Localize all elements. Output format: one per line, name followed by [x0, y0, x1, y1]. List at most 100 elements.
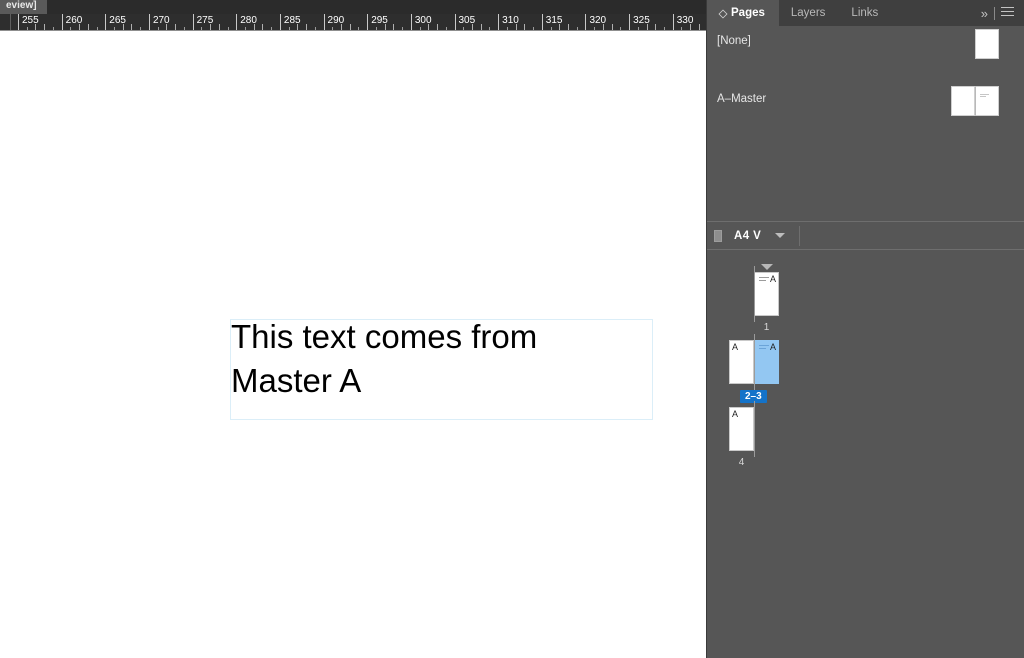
collapse-panel-icon[interactable]: » — [981, 7, 988, 20]
ruler-tick-major — [105, 14, 107, 30]
panel-tool-group: » — [981, 6, 1024, 20]
master-item-none-label: [None] — [717, 34, 751, 47]
ruler-tick-major — [585, 14, 587, 30]
document-tab[interactable]: eview] — [0, 0, 47, 14]
ruler-tick-major — [454, 14, 456, 30]
ruler-tick-minor — [131, 24, 133, 30]
ruler-tick-minor — [122, 24, 124, 30]
ruler-tick-minor — [428, 24, 430, 30]
tool-separator — [994, 6, 995, 20]
ruler-tick-minor — [175, 24, 177, 30]
page-text-mark — [759, 345, 770, 351]
master-item-a-master-label: A–Master — [717, 92, 767, 105]
master-a-left-page — [951, 86, 975, 116]
tab-links-label: Links — [851, 7, 879, 19]
tab-layers[interactable]: Layers — [779, 0, 840, 26]
ruler-tick-minor — [44, 24, 46, 30]
ruler-tick-minor — [480, 24, 482, 30]
page-thumbnail[interactable]: A — [729, 340, 754, 384]
ruler-tick-major — [629, 14, 631, 30]
ruler-tick-minor — [35, 24, 37, 30]
ruler-tick-major — [192, 14, 194, 30]
page-thumbnail[interactable]: A — [754, 272, 779, 316]
ruler-tick-minor — [218, 24, 220, 30]
page-size-bar[interactable]: A4 V — [707, 222, 1024, 250]
master-item-a-master[interactable]: A–Master — [707, 84, 1024, 116]
master-a-thumbnail[interactable] — [951, 86, 999, 116]
tab-pages[interactable]: Pages — [707, 0, 779, 26]
page-thumbnail[interactable]: A — [754, 340, 779, 384]
page-spread[interactable]: A — [729, 407, 754, 451]
page-spine-line — [754, 266, 755, 322]
page-size-label: A4 V — [734, 229, 762, 242]
panel-grip-icon — [719, 10, 726, 17]
master-a-right-page — [975, 86, 999, 116]
panel-tab-bar: Pages Layers Links » — [707, 0, 1024, 26]
ruler-tick-major — [279, 14, 281, 30]
tab-layers-label: Layers — [790, 7, 826, 19]
pages-panel: Pages Layers Links » [None] A–Master A4 … — [706, 0, 1024, 658]
page-master-label: A — [769, 342, 776, 352]
master-a-text-mark — [980, 94, 990, 97]
ruler-tick-minor — [393, 24, 395, 30]
ruler-tick-minor — [341, 24, 342, 30]
ruler-tick-minor — [567, 24, 569, 30]
ruler-tick-minor — [698, 24, 700, 30]
ruler-tick-minor — [559, 24, 561, 30]
ruler-tick-minor — [524, 24, 526, 30]
ruler-tick-major — [498, 14, 500, 30]
page-text-mark — [759, 277, 770, 283]
ruler-tick-minor — [611, 24, 613, 30]
page-master-label: A — [732, 342, 739, 352]
section-start-marker-icon[interactable] — [760, 264, 773, 270]
ruler-tick-minor — [349, 24, 351, 30]
ruler-tick-minor — [306, 24, 308, 30]
ruler-tick-major — [323, 14, 325, 30]
page-master-label: A — [732, 409, 739, 419]
page-number-label[interactable]: 4 — [724, 457, 760, 468]
document-canvas[interactable]: This text comes from Master A — [0, 31, 706, 658]
ruler-ticks: 255 260 265 270 275 280 285 290 295 300 305 310 315 3… — [0, 14, 706, 30]
size-bar-separator — [799, 225, 801, 246]
ruler-tick-major — [410, 14, 412, 30]
master-pages-list[interactable]: [None] A–Master — [707, 26, 1024, 222]
page-number-label[interactable]: 1 — [749, 322, 785, 333]
ruler-tick-minor — [471, 24, 473, 30]
page-spread[interactable]: A — [754, 272, 779, 316]
ruler-tick-major — [18, 14, 19, 30]
page-size-icon — [714, 229, 722, 242]
ruler-tick-major — [367, 14, 369, 30]
ruler-tick-major — [236, 14, 238, 30]
ruler-tick-minor — [690, 24, 692, 30]
ruler-tick-minor — [384, 24, 386, 30]
ruler-tick-minor — [646, 24, 648, 30]
page-spine-line — [754, 401, 755, 457]
master-none-thumbnail[interactable] — [975, 29, 999, 59]
ruler-tick-minor — [253, 24, 255, 30]
ruler-tick-minor — [166, 24, 168, 30]
ruler-tick-major — [672, 14, 674, 30]
ruler-tick-minor — [262, 24, 264, 30]
tab-pages-label: Pages — [731, 7, 765, 19]
page-thumbnail[interactable]: A — [729, 407, 754, 451]
ruler-tick-minor — [655, 24, 657, 30]
ruler-tick-minor — [79, 24, 81, 30]
master-item-none[interactable]: [None] — [707, 26, 1024, 59]
ruler-tick-minor — [602, 24, 604, 30]
text-frame[interactable]: This text comes from Master A — [230, 318, 653, 420]
indesign-window: eview] 255 260 265 270 275 280 285 290 295 300 305… — [0, 0, 1024, 658]
panel-menu-icon[interactable] — [1001, 6, 1014, 20]
document-pages-list[interactable]: A 1 A A 2–3 A 4 — [707, 250, 1024, 654]
chevron-down-icon[interactable] — [775, 233, 786, 238]
ruler-tick-minor — [437, 24, 439, 30]
ruler-tick-minor — [210, 24, 212, 30]
ruler-tick-major — [148, 14, 150, 30]
document-tab-strip: eview] — [0, 0, 706, 14]
text-frame-content: This text comes from Master A — [231, 318, 538, 399]
ruler-tick-major — [541, 14, 543, 30]
ruler-tick-minor — [297, 24, 299, 30]
ruler-tick-minor — [515, 24, 517, 30]
horizontal-ruler[interactable]: 255 260 265 270 275 280 285 290 295 300 305 310 315 3… — [0, 14, 706, 31]
page-spine-line — [754, 334, 755, 390]
tab-links[interactable]: Links — [839, 0, 892, 26]
